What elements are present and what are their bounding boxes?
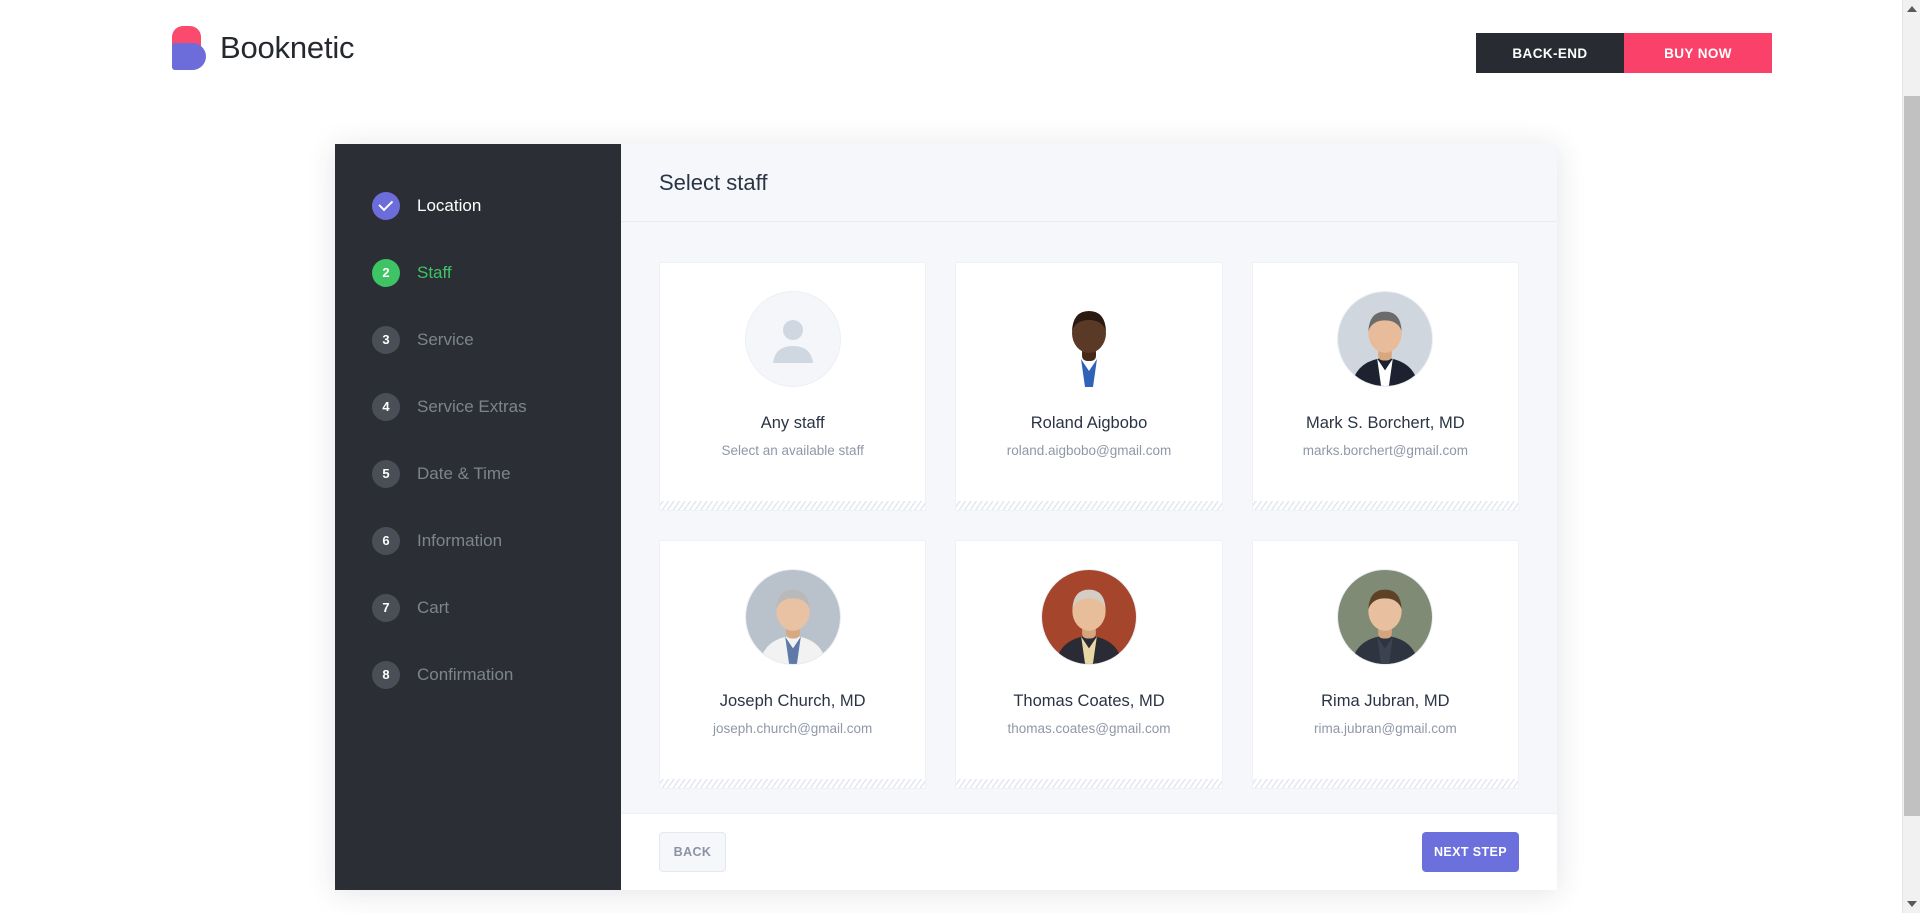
staff-name: Any staff: [760, 414, 825, 432]
panel-footer: BACK NEXT STEP: [621, 813, 1557, 890]
staff-card[interactable]: Rima Jubran, MD rima.jubran@gmail.com: [1251, 540, 1519, 789]
staff-email: Select an available staff: [721, 443, 864, 458]
scroll-down-arrow-icon[interactable]: [1903, 895, 1920, 913]
brand-logo[interactable]: Booknetic: [172, 26, 355, 70]
step-label: Service Extras: [417, 396, 527, 416]
booking-widget: Location 2 Staff 3 Service 4 Service Extras 5 Da…: [335, 144, 1557, 890]
staff-email: roland.aigbobo@gmail.com: [1006, 443, 1172, 458]
staff-email: marks.borchert@gmail.com: [1302, 443, 1468, 458]
step-item-date-time[interactable]: 5 Date & Time: [335, 440, 621, 507]
step-label: Location: [417, 195, 482, 215]
step-check-icon: [372, 191, 400, 220]
scroll-up-arrow-icon[interactable]: [1903, 0, 1920, 18]
staff-card[interactable]: Roland Aigbobo roland.aigbobo@gmail.com: [955, 262, 1223, 511]
staff-name: Thomas Coates, MD: [1013, 692, 1165, 710]
step-label: Information: [417, 530, 503, 550]
back-button[interactable]: BACK: [659, 832, 726, 872]
page-content: Booknetic BACK-END BUY NOW Location 2 Staf…: [0, 0, 1902, 913]
staff-avatar: [744, 569, 841, 665]
staff-card[interactable]: Mark S. Borchert, MD marks.borchert@gmail…: [1251, 262, 1519, 511]
staff-card[interactable]: Joseph Church, MD joseph.church@gmail.com: [659, 540, 927, 789]
page-title: Select staff: [659, 169, 768, 195]
step-number-badge: 3: [372, 325, 400, 354]
next-step-button[interactable]: NEXT STEP: [1422, 832, 1519, 872]
staff-name: Joseph Church, MD: [719, 692, 866, 710]
staff-name: Rima Jubran, MD: [1321, 692, 1450, 710]
browser-viewport: Booknetic BACK-END BUY NOW Location 2 Staf…: [0, 0, 1920, 913]
staff-avatar: [1337, 291, 1434, 387]
step-item-service-extras[interactable]: 4 Service Extras: [335, 373, 621, 440]
vertical-scrollbar[interactable]: [1902, 0, 1920, 913]
step-number-badge: 5: [372, 459, 400, 488]
staff-card[interactable]: Any staff Select an available staff: [659, 262, 927, 511]
step-item-staff[interactable]: 2 Staff: [335, 239, 621, 306]
step-item-cart[interactable]: 7 Cart: [335, 574, 621, 641]
step-number-badge: 8: [372, 660, 400, 689]
staff-name: Mark S. Borchert, MD: [1306, 414, 1465, 432]
step-number-badge: 7: [372, 593, 400, 622]
step-label: Cart: [417, 597, 450, 617]
steps-sidebar: Location 2 Staff 3 Service 4 Service Extras 5 Da…: [335, 144, 621, 890]
panel-header: Select staff: [621, 144, 1557, 222]
staff-list-scroll-area[interactable]: Any staff Select an available staff Rolan…: [621, 222, 1557, 813]
step-label: Service: [417, 329, 474, 349]
staff-avatar: [1040, 569, 1137, 665]
staff-card[interactable]: Thomas Coates, MD thomas.coates@gmail.com: [955, 540, 1223, 789]
step-number-badge: 6: [372, 526, 400, 555]
staff-grid: Any staff Select an available staff Rolan…: [659, 262, 1519, 789]
step-number-badge: 2: [372, 258, 400, 287]
staff-name: Roland Aigbobo: [1030, 414, 1148, 432]
staff-avatar: [1337, 569, 1434, 665]
back-end-button[interactable]: BACK-END: [1476, 33, 1624, 73]
buy-now-button[interactable]: BUY NOW: [1624, 33, 1772, 73]
step-item-service[interactable]: 3 Service: [335, 306, 621, 373]
booking-panel: Select staff Any staff Select an availabl…: [621, 144, 1557, 890]
step-item-location[interactable]: Location: [335, 172, 621, 239]
booknetic-logo-icon: [172, 26, 206, 70]
staff-email: joseph.church@gmail.com: [713, 721, 873, 736]
site-header: Booknetic BACK-END BUY NOW: [0, 0, 1902, 95]
scrollbar-thumb[interactable]: [1904, 96, 1920, 816]
step-label: Date & Time: [417, 463, 511, 483]
step-label: Staff: [417, 262, 452, 282]
step-number-badge: 4: [372, 392, 400, 421]
person-placeholder-icon: [744, 291, 841, 387]
step-label: Confirmation: [417, 664, 514, 684]
header-actions: BACK-END BUY NOW: [1476, 33, 1772, 73]
step-item-information[interactable]: 6 Information: [335, 507, 621, 574]
staff-avatar: [1041, 291, 1137, 387]
staff-email: rima.jubran@gmail.com: [1313, 721, 1457, 736]
step-item-confirmation[interactable]: 8 Confirmation: [335, 641, 621, 708]
staff-email: thomas.coates@gmail.com: [1007, 721, 1171, 736]
brand-name: Booknetic: [220, 30, 355, 65]
